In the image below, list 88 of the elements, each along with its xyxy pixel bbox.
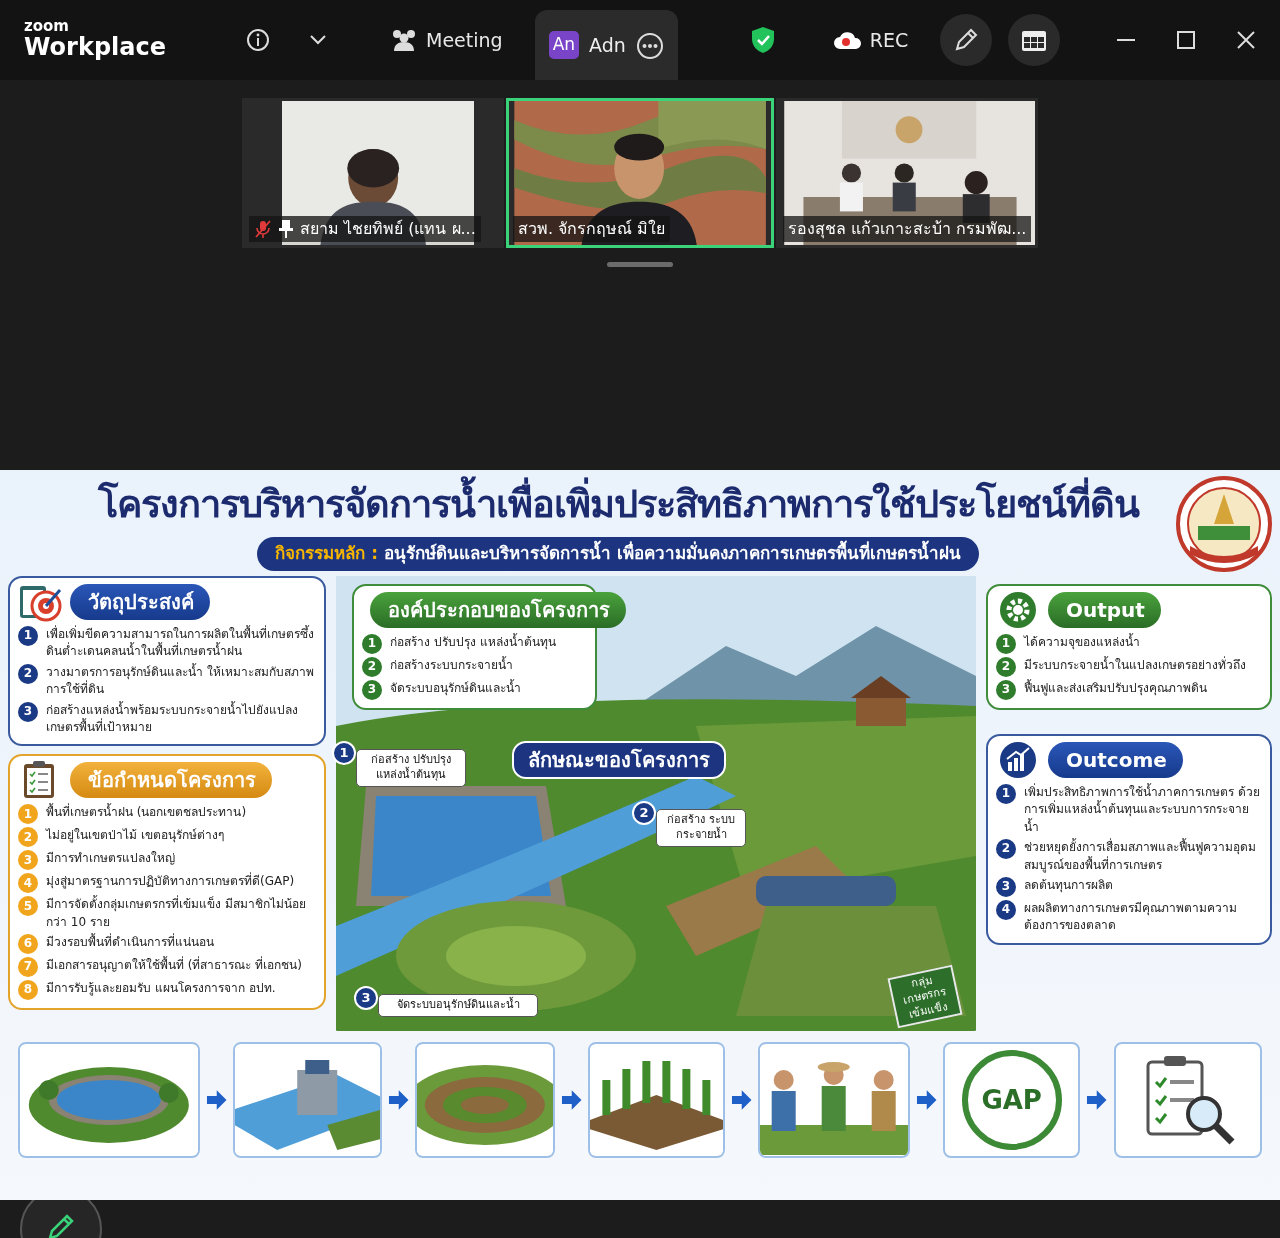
list-item-text: ฟื้นฟูและส่งเสริมปรับปรุงคุณภาพดิน [1024,680,1207,698]
list-item-text: จัดระบบอนุรักษ์ดินและน้ำ [390,680,521,698]
number-badge: 6 [18,934,38,955]
number-badge: 3 [996,680,1016,700]
arrow-right-icon [1086,1089,1108,1111]
list-item-text: มีเอกสารอนุญาตให้ใช้พื้นที่ (ที่สาธารณะ ที่เอกชน) [46,957,302,975]
list-item-text: ลดต้นทุนการผลิต [1024,876,1113,895]
number-badge: 2 [996,657,1016,677]
list-item-text: ก่อสร้างระบบกระจายน้ำ [390,657,513,674]
participant-name: รองสุชล แก้วเกาะสะบ้า กรมพัฒ... [788,218,1027,241]
arrow-right-icon [730,1089,753,1111]
callout-label: ก่อสร้าง ระบบกระจายน้ำ [656,809,746,847]
brand-name: Workplace [24,34,166,61]
minimize-icon [1116,39,1136,41]
list-item-text: ไม่อยู่ในเขตป่าไม้ เขตอนุรักษ์ต่างๆ [46,827,224,845]
list-item-text: มีระบบกระจายน้ำในแปลงเกษตรอย่างทั่วถึง [1024,657,1246,674]
list-item-text: เพิ่มประสิทธิภาพการใช้น้ำภาคการเกษตร ด้วยการเพิ่มแหล่งน้ำต้นทุนและระบบการกระจายน้ำ [1024,784,1261,836]
callout-label: จัดระบบอนุรักษ์ดินและน้ำ [378,994,538,1017]
number-badge: 5 [18,896,38,917]
avatar: An [548,31,580,59]
number-badge: 1 [996,784,1016,804]
record-button[interactable]: REC [823,19,917,61]
info-icon [246,28,270,52]
apps-icon [1021,28,1048,52]
participant-video[interactable]: สยาม ไชยทิพย์ (แทน ผ... [242,98,504,248]
list-item-text: มีการจัดตั้งกลุ่มเกษตรกรที่เข้มแข็ง มีสมาชิกไม่น้อยกว่า 10 ราย [46,896,307,931]
cloud-record-icon [831,30,862,50]
number-badge: 1 [18,804,38,825]
number-badge: 4 [18,873,38,894]
more-button[interactable] [635,30,664,60]
meeting-tab[interactable]: An Adn [534,10,678,80]
pencil-icon [953,27,980,53]
list-item-text: มุ่งสู่มาตรฐานการปฏิบัติทางการเกษตรที่ดี(GAP) [46,873,295,891]
pencil-icon [46,1212,76,1238]
shield-check-icon [749,26,776,54]
arrow-right-icon [915,1089,938,1111]
list-item-text: มีการทำเกษตรแปลงใหญ่ [46,850,175,868]
maximize-icon [1176,30,1196,50]
feature-heading: ลักษณะของโครงการ [512,741,726,779]
section-heading: Outcome [1048,742,1183,778]
list-item-text: ก่อสร้างแหล่งน้ำพร้อมระบบกระจายน้ำไปยังแปลงเกษตรพื้นที่เป้าหมาย [46,701,299,736]
section-heading: ข้อกำหนดโครงการ [70,762,272,799]
list-item-text: วางมาตรการอนุรักษ์ดินและน้ำ ให้เหมาะสมกับสภาพการใช้ที่ดิน [46,663,315,699]
participant-name: สยาม ไชยทิพย์ (แทน ผ... [300,218,476,240]
number-badge: 2 [362,657,382,677]
more-icon [635,31,664,60]
arrow-right-icon [387,1089,410,1111]
number-badge: 7 [18,957,38,978]
number-badge: 3 [996,876,1016,897]
chevron-down-icon [310,35,326,45]
number-badge: 3 [18,850,38,871]
arrow-right-icon [560,1089,583,1111]
number-badge: 2 [996,839,1016,860]
list-item-text: มีวงรอบพื้นที่ดำเนินการที่แน่นอน [46,934,214,952]
people-icon [390,28,418,52]
gap-logo: GAP [961,1050,1062,1150]
number-badge: 1 [332,741,356,765]
arrow-right-icon [205,1089,228,1111]
number-badge: 4 [996,899,1016,920]
participant-video[interactable]: สวพ. จักรกฤษณ์ มิใย [506,98,774,248]
section-heading: Output [1048,592,1161,628]
list-item-text: ช่วยหยุดยั้งการเสื่อมสภาพและฟื้นฟูความอุดมสมบูรณ์ของพื้นที่การเกษตร [1024,839,1257,874]
close-icon [1236,30,1256,50]
list-item-text: ผลผลิตทางการเกษตรมีคุณภาพตามความต้องการของตลาด [1024,899,1238,935]
number-badge: 1 [362,634,382,654]
number-badge: 3 [18,701,38,722]
list-item-text: มีการรับรู้และยอมรับ แผนโครงการจาก อปท. [46,980,276,998]
list-item-text: ได้ความจุของแหล่งน้ำ [1024,634,1140,652]
slide-title: โครงการบริหารจัดการน้ำเพื่อเพิ่มประสิทธิภาพการใช้ประโยชน์ที่ดิน [97,476,1139,533]
subtitle-banner: กิจกรรมหลัก : อนุรักษ์ดินและบริหารจัดการน้ำ เพื่อความมั่นคงภาคการเกษตรพื้นที่เกษตรน้ำฝน [257,537,979,571]
meeting-button[interactable]: Meeting [382,19,511,61]
number-badge: 3 [362,680,382,700]
number-badge: 1 [996,634,1016,654]
list-item-text: ก่อสร้าง ปรับปรุง แหล่งน้ำต้นทุน [390,634,556,652]
seal-logo-icon [1176,476,1272,572]
participant-name: สวพ. จักรกฤษณ์ มิใย [518,218,666,240]
participant-video[interactable]: รองสุชล แก้วเกาะสะบ้า กรมพัฒ... [776,98,1038,248]
section-heading: วัตถุประสงค์ [70,584,210,620]
number-badge: 8 [18,980,38,1001]
callout-label: ก่อสร้าง ปรับปรุง แหล่งน้ำต้นทุน [356,749,466,787]
list-item-text: เพื่อเพิ่มขีดความสามารถในการผลิตในพื้นที่เกษตรซึ้งดินต่ำะเดนคลนน้ำในพื้นที่เกษตรน้ำฝน [46,626,315,661]
number-badge: 2 [18,827,38,848]
resize-handle[interactable] [607,262,673,267]
number-badge: 2 [18,663,38,684]
number-badge: 1 [18,626,38,646]
brand-logo: zoom [24,19,70,35]
section-heading: องค์ประกอบของโครงการ [370,592,626,628]
list-item-text: พื้นที่เกษตรน้ำฝน (นอกเขตชลประทาน) [46,804,247,822]
